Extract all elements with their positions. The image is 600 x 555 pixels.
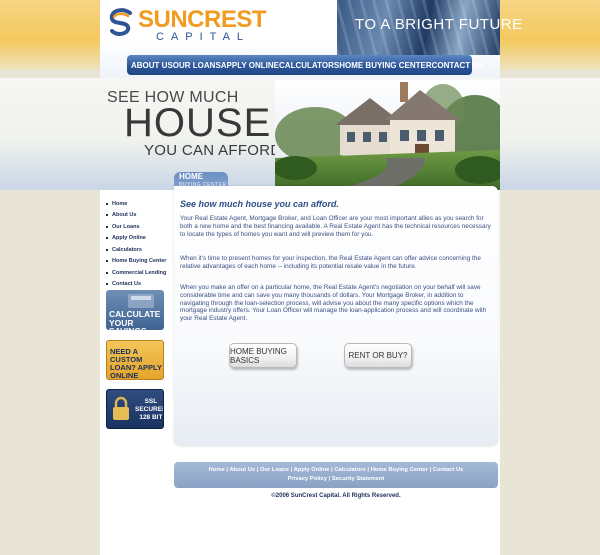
sidebar-item-home[interactable]: Home bbox=[106, 198, 174, 210]
ssl-badge: SSL SECURED 128 BIT bbox=[106, 389, 164, 429]
nav-calculators[interactable]: CALCULATORS bbox=[279, 61, 339, 70]
footer-nav: Home | About Us | Our Loans | Apply Onli… bbox=[174, 462, 498, 488]
footer-link-contact-us[interactable]: Contact Us bbox=[433, 467, 464, 473]
sidebar-item-label: Commercial Lending bbox=[112, 269, 167, 276]
ssl-label: SSL SECURED 128 BIT bbox=[135, 398, 164, 422]
sidebar-item-home-buying-center[interactable]: Home Buying Center bbox=[106, 256, 174, 268]
sidebar-item-calculators[interactable]: Calculators bbox=[106, 244, 174, 256]
lock-icon bbox=[113, 396, 129, 420]
nav-contact-us[interactable]: CONTACT US bbox=[432, 61, 484, 70]
copyright: ©2006 SunCrest Capital. All Rights Reser… bbox=[271, 493, 401, 499]
hero-line-2: HOUSE bbox=[124, 101, 272, 145]
bullet-icon bbox=[106, 237, 108, 240]
nav-our-loans[interactable]: OUR LOANS bbox=[173, 61, 221, 70]
bullet-icon bbox=[106, 248, 108, 251]
sidebar-item-contact-us[interactable]: Contact Us bbox=[106, 279, 174, 291]
sidebar-item-apply-online[interactable]: Apply Online bbox=[106, 233, 174, 245]
sidebar-item-about-us[interactable]: About Us bbox=[106, 210, 174, 222]
bullet-icon bbox=[106, 214, 108, 217]
custom-loan-promo[interactable]: NEED A CUSTOM LOAN? APPLY ONLINE bbox=[106, 340, 164, 380]
footer-link-home-buying-center[interactable]: Home Buying Center bbox=[371, 467, 428, 473]
calculator-icon bbox=[128, 294, 154, 308]
footer-link-calculators[interactable]: Calculators bbox=[334, 467, 366, 473]
sidebar-item-label: Our Loans bbox=[112, 223, 140, 230]
sidebar-item-label: Home bbox=[112, 200, 128, 207]
footer-link-apply-online[interactable]: Apply Online bbox=[294, 467, 330, 473]
section-tab-subtitle: BUYING CENTER bbox=[179, 182, 227, 188]
bullet-icon bbox=[106, 271, 108, 274]
section-tab-title: HOME bbox=[179, 172, 203, 181]
main-nav: ABOUT US OUR LOANS APPLY ONLINE CALCULAT… bbox=[127, 55, 484, 75]
paragraph-3: When you make an offer on a particular h… bbox=[180, 284, 487, 323]
promo-label: NEED A CUSTOM LOAN? APPLY ONLINE bbox=[110, 347, 162, 380]
footer-link-our-loans[interactable]: Our Loans bbox=[260, 467, 289, 473]
rent-or-buy-button[interactable]: RENT OR BUY? bbox=[344, 343, 412, 368]
tagline: TO A BRIGHT FUTURE bbox=[355, 16, 523, 33]
logo-swoosh-icon bbox=[109, 8, 132, 36]
sidebar-item-label: Home Buying Center bbox=[112, 258, 167, 265]
promo-label: CALCULATE YOUR SAVINGS bbox=[109, 309, 161, 330]
footer-link-security-statement[interactable]: Security Statement bbox=[332, 476, 385, 482]
bullet-icon bbox=[106, 260, 108, 263]
calculate-savings-promo[interactable]: CALCULATE YOUR SAVINGS bbox=[106, 290, 164, 330]
logo[interactable]: SUNCREST bbox=[138, 6, 267, 34]
bullet-icon bbox=[106, 225, 108, 228]
paragraph-2: When it's time to present homes for your… bbox=[180, 255, 481, 270]
footer-links-row-1: Home | About Us | Our Loans | Apply Onli… bbox=[208, 467, 464, 473]
footer-link-home[interactable]: Home bbox=[209, 467, 225, 473]
sidebar-nav: Home About Us Our Loans Apply Online Cal… bbox=[106, 198, 174, 290]
sidebar-item-label: Calculators bbox=[112, 246, 142, 253]
nav-apply-online[interactable]: APPLY ONLINE bbox=[221, 61, 279, 70]
footer-link-about-us[interactable]: About Us bbox=[229, 467, 255, 473]
ssl-line-1: SSL bbox=[144, 398, 158, 405]
bullet-icon bbox=[106, 202, 108, 205]
sidebar-item-our-loans[interactable]: Our Loans bbox=[106, 221, 174, 233]
home-buying-basics-button[interactable]: HOME BUYING BASICS bbox=[229, 343, 297, 368]
content-heading: See how much house you can afford. bbox=[180, 199, 339, 209]
ssl-line-3: 128 BIT bbox=[139, 414, 163, 421]
footer-link-privacy-policy[interactable]: Privacy Policy bbox=[288, 476, 327, 482]
sidebar-item-commercial-lending[interactable]: Commercial Lending bbox=[106, 267, 174, 279]
ssl-line-2: SECURED bbox=[135, 406, 164, 413]
house-photo bbox=[275, 80, 500, 190]
logo-subtitle: CAPITAL bbox=[156, 31, 251, 43]
footer-links-row-2: Privacy Policy | Security Statement bbox=[287, 476, 385, 482]
nav-home-buying-center[interactable]: HOME BUYING CENTER bbox=[339, 61, 431, 70]
paragraph-1: Your Real Estate Agent, Mortgage Broker,… bbox=[180, 215, 491, 238]
bullet-icon bbox=[106, 283, 108, 286]
sidebar-item-label: About Us bbox=[112, 212, 137, 219]
nav-about-us[interactable]: ABOUT US bbox=[131, 61, 173, 70]
sidebar-item-label: Contact Us bbox=[112, 281, 142, 288]
sidebar-item-label: Apply Online bbox=[112, 235, 146, 242]
hero-line-3: YOU CAN AFFORD. bbox=[144, 142, 287, 159]
